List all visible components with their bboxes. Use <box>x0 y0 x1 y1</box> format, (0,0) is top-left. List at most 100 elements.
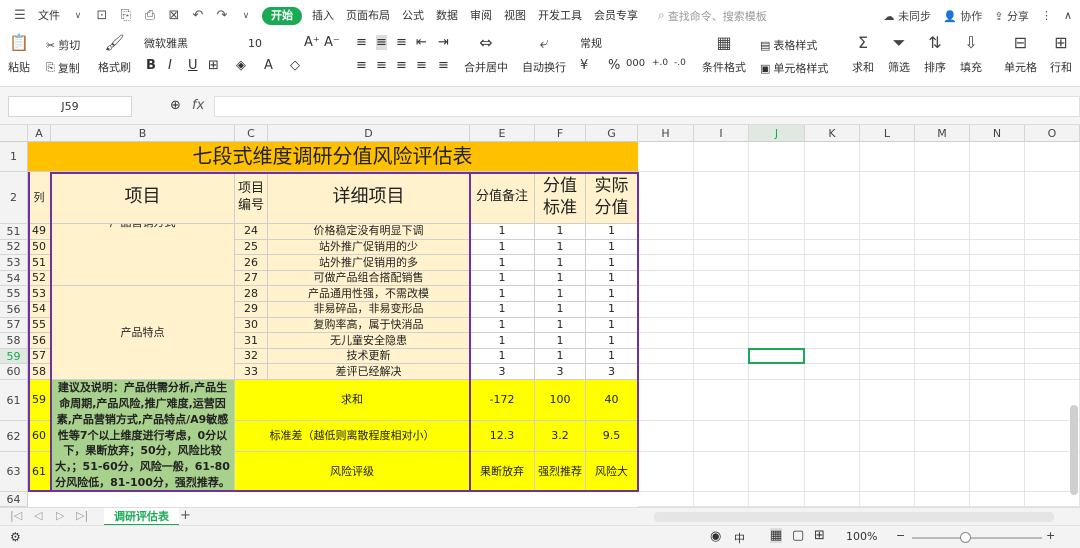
number-format-select[interactable]: 常规 <box>576 34 690 54</box>
horizontal-scrollbar[interactable] <box>654 512 1054 522</box>
column-header-d[interactable]: D <box>268 125 470 142</box>
selected-cell-j59[interactable] <box>748 347 805 365</box>
spreadsheet-grid[interactable]: A B C D E F G H I J K L M N O 1 2 51 52 53 54 55 56 57 58 59 60 61 6… <box>0 125 1080 507</box>
fx-icon[interactable]: fx <box>192 98 204 113</box>
font-grow-icon[interactable]: A⁺ <box>304 35 320 50</box>
tab-home[interactable]: 开始 <box>262 6 302 25</box>
align-center-icon[interactable]: ≡ <box>376 58 387 73</box>
copy-button[interactable]: ⎘ 复制 <box>46 60 80 76</box>
row-header-51[interactable]: 51 <box>0 224 28 240</box>
align-middle-icon[interactable]: ≡ <box>376 35 387 50</box>
file-menu[interactable]: 文件 <box>32 0 66 31</box>
vertical-scrollbar[interactable] <box>1070 405 1078 495</box>
row-header-56[interactable]: 56 <box>0 302 28 318</box>
table-style-button[interactable]: ▤ 表格样式 <box>760 37 817 53</box>
wrap-text-button[interactable]: ⤶ 自动换行 <box>522 33 566 75</box>
name-box[interactable]: J59 <box>8 96 132 117</box>
tab-developer[interactable]: 开发工具 <box>532 0 588 31</box>
chevron-down-icon[interactable]: ∨ <box>70 8 86 24</box>
zoom-out-icon[interactable]: − <box>896 529 905 542</box>
font-name-select[interactable]: 微软雅黑 <box>140 34 240 54</box>
justify-icon[interactable]: ≡ <box>416 58 427 73</box>
underline-icon[interactable]: U <box>188 58 198 73</box>
column-header-o[interactable]: O <box>1025 125 1080 142</box>
column-header-e[interactable]: E <box>470 125 535 142</box>
cell-button[interactable]: ⊟ 单元格 <box>1004 33 1037 75</box>
normal-view-icon[interactable]: ▦ <box>770 528 783 543</box>
zoom-in-icon[interactable]: + <box>1046 529 1055 542</box>
align-right-icon[interactable]: ≡ <box>396 58 407 73</box>
tab-data[interactable]: 数据 <box>430 0 464 31</box>
cut-button[interactable]: ✂ 剪切 <box>46 37 80 53</box>
row-header-2[interactable]: 2 <box>0 172 28 224</box>
row-header-58[interactable]: 58 <box>0 333 28 349</box>
percent-icon[interactable]: % <box>608 58 620 73</box>
add-sheet-icon[interactable]: + <box>180 508 191 523</box>
row-header-1[interactable]: 1 <box>0 142 28 172</box>
command-search[interactable]: ⌕ 查找命令、搜索模板 <box>658 8 767 24</box>
macro-icon[interactable]: ⚙ <box>10 530 21 544</box>
bold-icon[interactable]: B <box>146 58 156 73</box>
last-sheet-icon[interactable]: ▷| <box>76 509 88 522</box>
row-col-button[interactable]: ⊞ 行和 <box>1050 33 1072 75</box>
zoom-formula-icon[interactable]: ⊕ <box>170 98 181 113</box>
row-header-52[interactable]: 52 <box>0 239 28 256</box>
collaborate-button[interactable]: 👤 协作 <box>943 8 982 24</box>
export-icon[interactable]: ⎘ <box>118 8 134 24</box>
column-header-g[interactable]: G <box>586 125 638 142</box>
indent-decrease-icon[interactable]: ⇤ <box>416 35 427 50</box>
paste-button[interactable]: 📋 粘贴 <box>8 33 30 75</box>
font-size-select[interactable]: 10 <box>244 34 298 54</box>
column-header-n[interactable]: N <box>970 125 1025 142</box>
decrease-decimal-icon[interactable]: -.0 <box>674 58 686 68</box>
merge-center-button[interactable]: ⇔ 合并居中 <box>464 33 508 75</box>
row-header-59[interactable]: 59 <box>0 348 28 365</box>
row-header-54[interactable]: 54 <box>0 270 28 287</box>
row-header-60[interactable]: 60 <box>0 364 28 380</box>
distribute-icon[interactable]: ≡ <box>438 58 449 73</box>
row-header-63[interactable]: 63 <box>0 452 28 492</box>
preview-icon[interactable]: ⊠ <box>166 8 182 24</box>
tab-view[interactable]: 视图 <box>498 0 532 31</box>
zoom-level[interactable]: 100% <box>846 530 877 543</box>
column-header-m[interactable]: M <box>915 125 970 142</box>
cell-style-button[interactable]: ▣ 单元格样式 <box>760 60 828 76</box>
first-sheet-icon[interactable]: |◁ <box>10 509 22 522</box>
collapse-ribbon-icon[interactable]: ∧ <box>1064 9 1072 22</box>
tab-review[interactable]: 审阅 <box>464 0 498 31</box>
column-header-f[interactable]: F <box>535 125 586 142</box>
next-sheet-icon[interactable]: ▷ <box>56 509 64 522</box>
share-button[interactable]: ⇪ 分享 <box>994 8 1029 24</box>
italic-icon[interactable]: I <box>168 58 172 73</box>
clear-format-icon[interactable]: ◇ <box>290 58 300 73</box>
column-header-h[interactable]: H <box>638 125 694 142</box>
align-left-icon[interactable]: ≡ <box>356 58 367 73</box>
save-icon[interactable]: ⊡ <box>94 8 110 24</box>
font-shrink-icon[interactable]: A⁻ <box>324 35 340 50</box>
row-header-57[interactable]: 57 <box>0 317 28 334</box>
print-icon[interactable]: ⎙ <box>142 8 158 24</box>
column-header-k[interactable]: K <box>805 125 860 142</box>
search-input[interactable]: 查找命令、搜索模板 <box>668 8 767 24</box>
hamburger-icon[interactable]: ☰ <box>12 8 28 24</box>
align-bottom-icon[interactable]: ≡ <box>396 35 407 50</box>
indent-increase-icon[interactable]: ⇥ <box>438 35 449 50</box>
border-icon[interactable]: ⊞ <box>208 58 219 73</box>
tab-page-layout[interactable]: 页面布局 <box>340 0 396 31</box>
eye-icon[interactable]: ◉ <box>710 529 721 544</box>
row-header-62[interactable]: 62 <box>0 421 28 452</box>
page-view-icon[interactable]: ▢ <box>792 528 804 543</box>
column-header-b[interactable]: B <box>51 125 235 142</box>
tab-member[interactable]: 会员专享 <box>588 0 644 31</box>
row-header-53[interactable]: 53 <box>0 255 28 271</box>
column-header-l[interactable]: L <box>860 125 915 142</box>
formula-input[interactable] <box>214 96 1080 117</box>
zoom-slider-thumb[interactable] <box>960 532 971 543</box>
sync-status[interactable]: ☁ 未同步 <box>884 8 932 24</box>
column-header-j[interactable]: J <box>749 125 805 142</box>
zoom-slider[interactable] <box>912 537 1042 539</box>
select-all-corner[interactable] <box>0 125 28 142</box>
row-header-55[interactable]: 55 <box>0 286 28 302</box>
column-header-i[interactable]: I <box>694 125 749 142</box>
redo-icon[interactable]: ↷ <box>214 8 230 24</box>
